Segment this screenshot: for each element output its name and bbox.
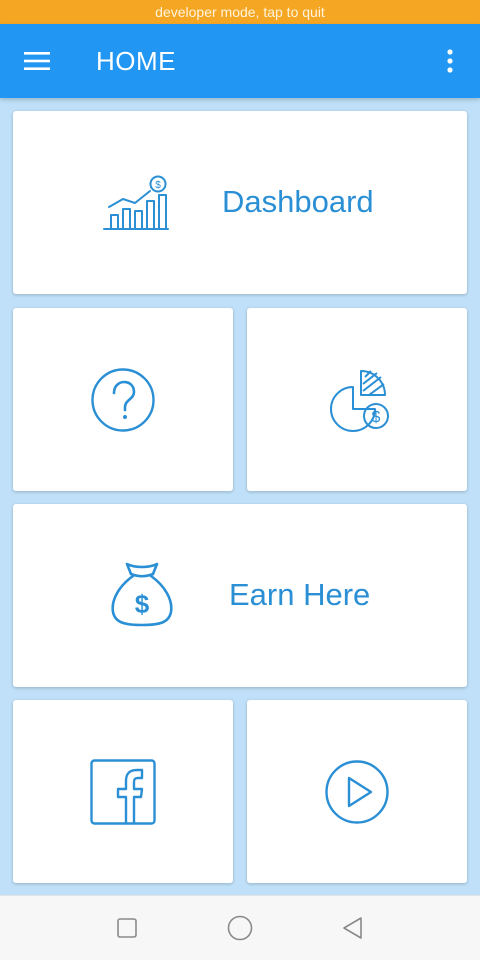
menu-button[interactable] — [0, 24, 74, 98]
more-vertical-icon — [447, 49, 453, 73]
bar-chart-dollar-icon: $ — [103, 175, 169, 230]
facebook-icon — [90, 758, 156, 825]
developer-mode-banner[interactable]: developer mode, tap to quit — [0, 0, 480, 24]
svg-text:$: $ — [372, 409, 381, 426]
earn-here-label: Earn Here — [229, 577, 371, 612]
system-nav-bar — [0, 895, 480, 960]
svg-text:$: $ — [135, 589, 150, 619]
home-grid: $ Dashboard $ $ Earn Here — [0, 98, 480, 895]
developer-mode-text: developer mode, tap to quit — [155, 4, 325, 20]
dashboard-label: Dashboard — [222, 184, 374, 219]
page-title: HOME — [96, 45, 176, 76]
back-button[interactable] — [328, 903, 378, 953]
svg-text:$: $ — [155, 180, 161, 191]
facebook-tile[interactable] — [13, 700, 233, 883]
recent-apps-button[interactable] — [102, 903, 152, 953]
pie-chart-tile[interactable]: $ — [247, 308, 467, 491]
play-icon — [325, 759, 389, 824]
square-recent-icon — [116, 918, 137, 938]
more-options-button[interactable] — [420, 24, 480, 98]
pie-chart-dollar-icon: $ — [330, 369, 389, 432]
home-button[interactable] — [215, 903, 265, 953]
help-question-icon — [91, 367, 155, 432]
dashboard-tile[interactable]: $ Dashboard — [13, 111, 467, 294]
app-bar: HOME — [0, 24, 480, 98]
help-tile[interactable] — [13, 308, 233, 491]
hamburger-menu-icon — [24, 52, 50, 70]
money-bag-icon: $ — [111, 562, 173, 627]
triangle-back-icon — [343, 917, 363, 939]
video-tile[interactable] — [247, 700, 467, 883]
circle-home-icon — [227, 915, 253, 941]
earn-tile[interactable]: $ Earn Here — [13, 504, 467, 687]
